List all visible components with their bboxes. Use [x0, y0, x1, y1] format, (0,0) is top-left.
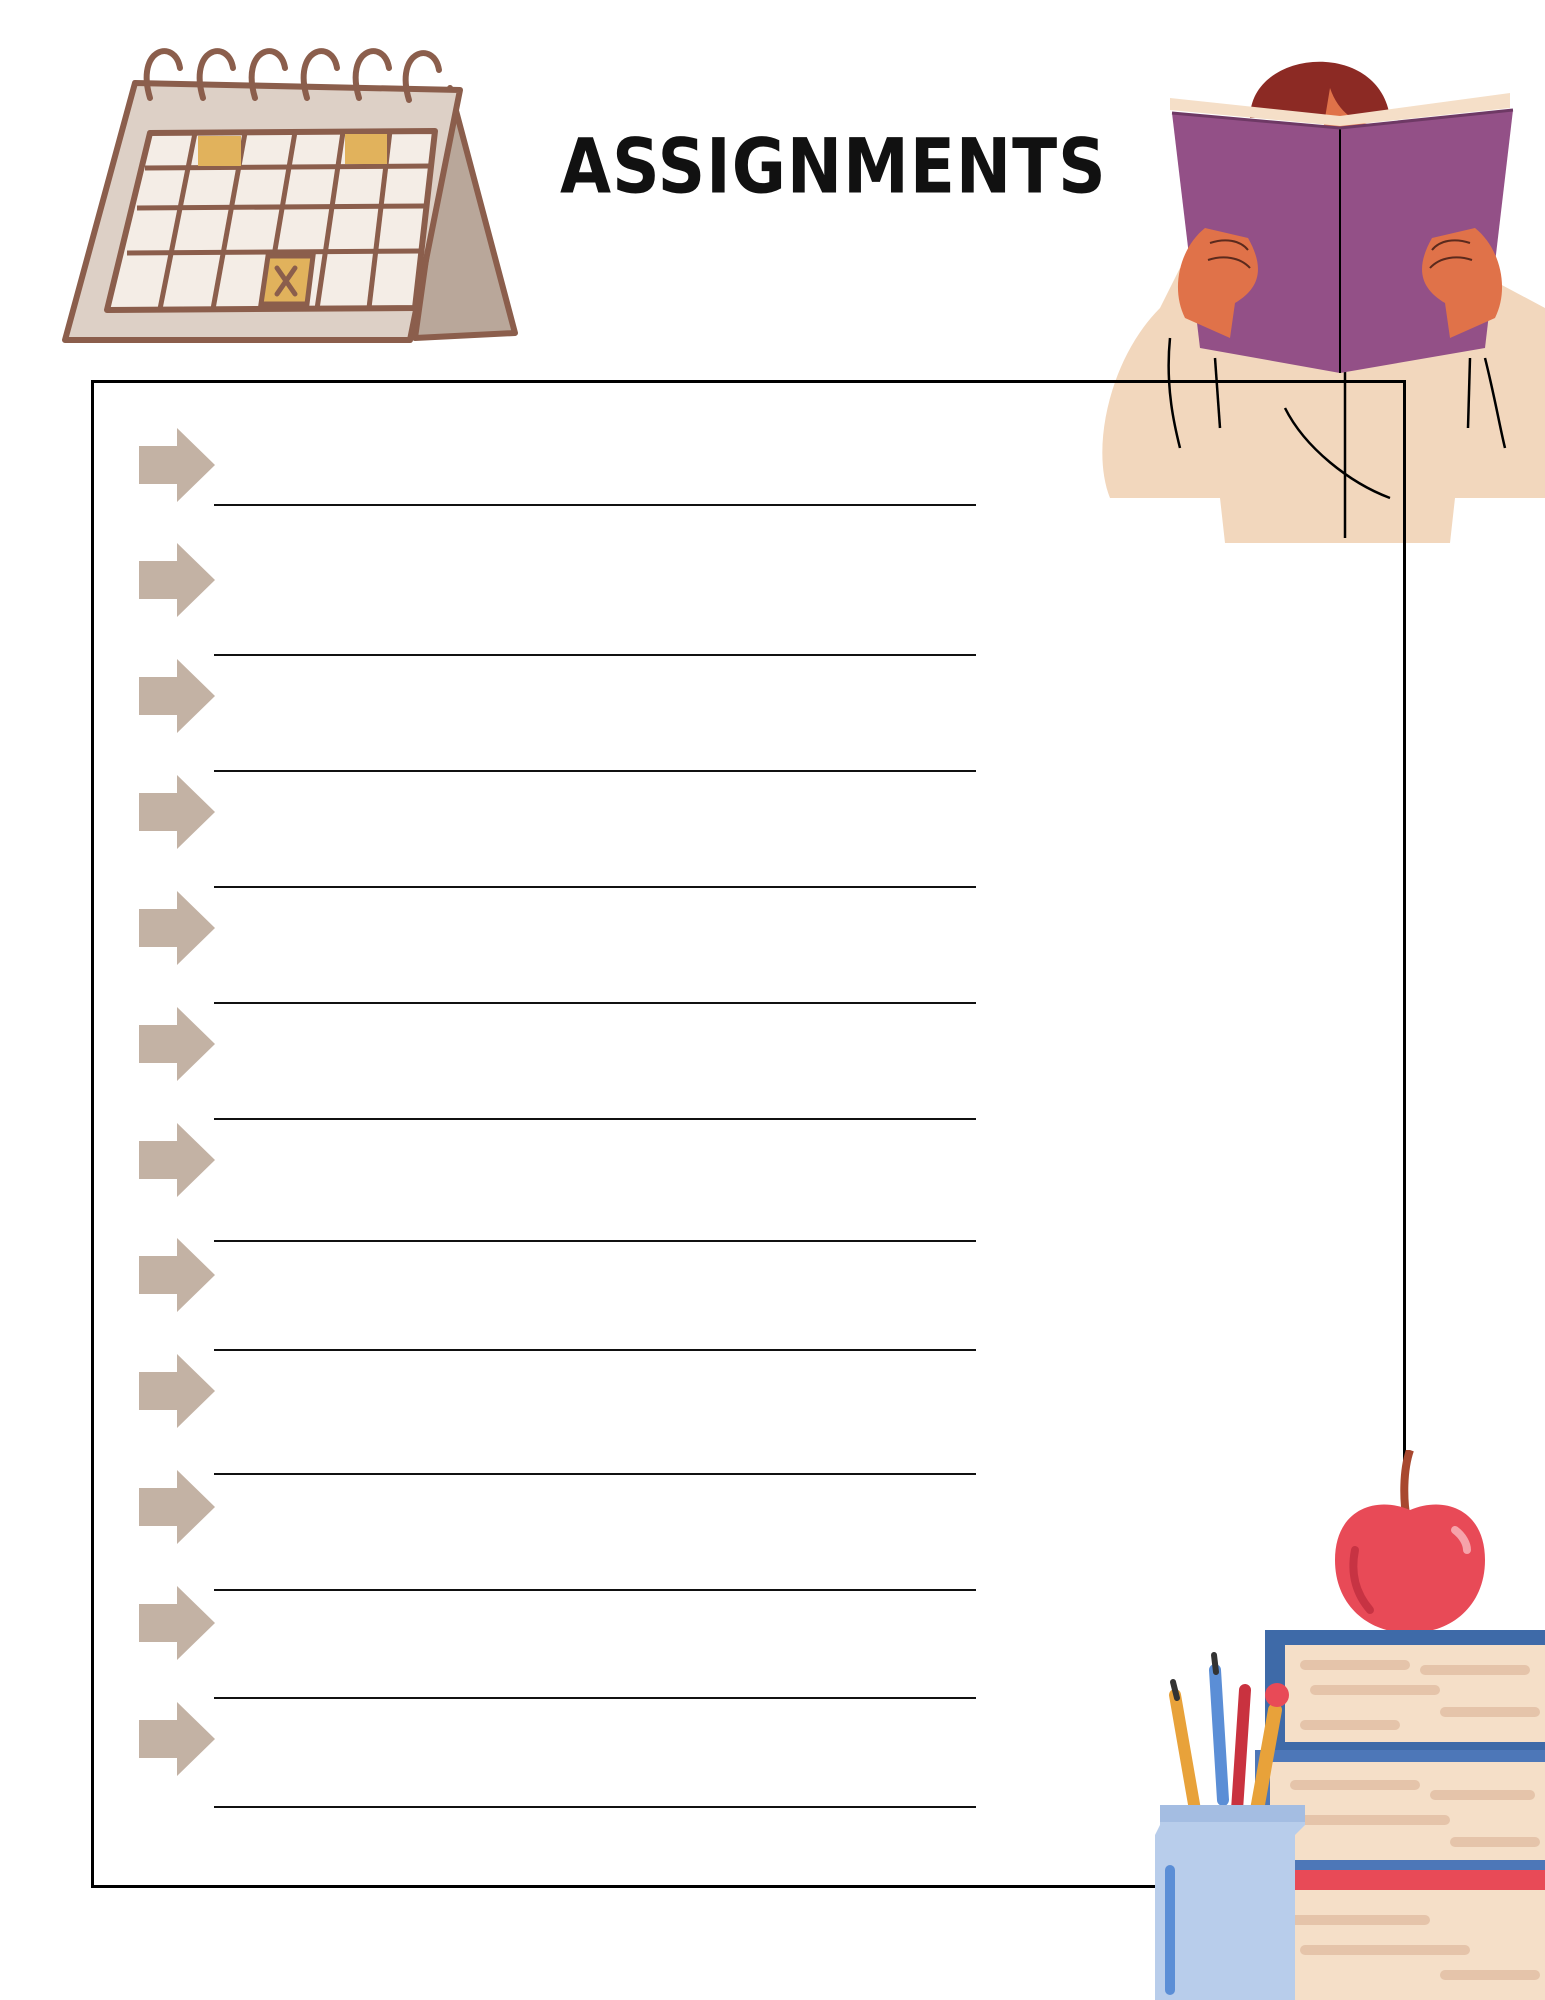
- assignment-write-line[interactable]: [214, 886, 976, 888]
- assignment-write-line[interactable]: [214, 1473, 976, 1475]
- arrow-right-icon: [139, 428, 215, 502]
- arrow-right-icon: [139, 891, 215, 965]
- assignment-write-line[interactable]: [214, 770, 976, 772]
- assignment-write-line[interactable]: [214, 1589, 976, 1591]
- assignment-write-line[interactable]: [214, 1002, 976, 1004]
- assignments-page: ASSIGNMENTS: [0, 0, 1545, 2000]
- arrow-right-icon: [139, 659, 215, 733]
- arrow-right-icon: [139, 1470, 215, 1544]
- arrow-right-icon: [139, 775, 215, 849]
- assignment-write-line[interactable]: [214, 1806, 976, 1808]
- assignment-write-line[interactable]: [214, 1349, 976, 1351]
- assignment-write-line[interactable]: [214, 654, 976, 656]
- arrow-right-icon: [139, 1586, 215, 1660]
- assignment-write-line[interactable]: [214, 1697, 976, 1699]
- arrow-right-icon: [139, 1354, 215, 1428]
- apple-books-pencil-jar-icon: [1155, 1450, 1545, 2000]
- arrow-right-icon: [139, 1702, 215, 1776]
- assignment-write-line[interactable]: [214, 504, 976, 506]
- arrow-right-icon: [139, 543, 215, 617]
- arrow-right-icon: [139, 1007, 215, 1081]
- arrow-right-icon: [139, 1238, 215, 1312]
- assignment-write-line[interactable]: [214, 1240, 976, 1242]
- calendar-icon: [62, 48, 518, 343]
- page-title: ASSIGNMENTS: [560, 122, 1107, 211]
- arrow-right-icon: [139, 1123, 215, 1197]
- assignment-write-line[interactable]: [214, 1118, 976, 1120]
